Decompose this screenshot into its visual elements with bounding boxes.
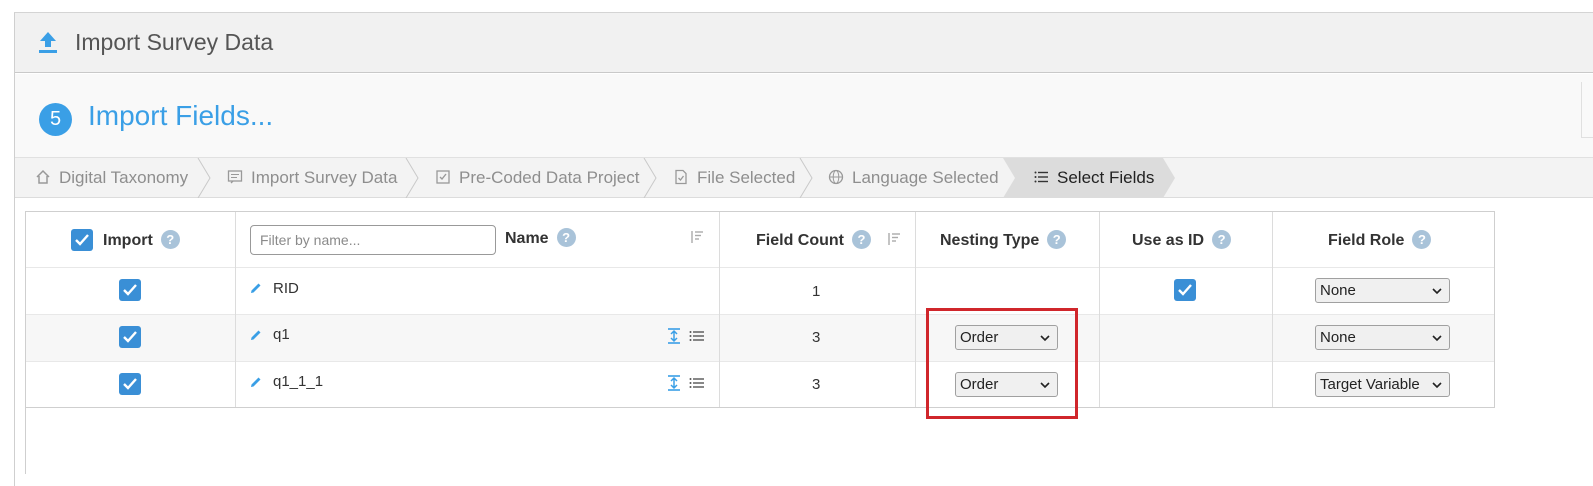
chevron-down-icon [1432,288,1442,295]
divider [235,212,236,407]
field-count: 3 [812,329,821,346]
help-icon[interactable]: ? [1212,230,1232,249]
breadcrumb-label: Digital Taxonomy [59,168,189,187]
header-use-as-id: Use as ID? [1132,230,1232,250]
sort-icon[interactable] [887,232,901,246]
breadcrumb-separator [799,158,813,198]
header-label: Import [103,232,153,249]
fields-table: Import? Name? Field Count? Nesting Type?… [25,211,1495,408]
breadcrumb-item-language-selected[interactable]: Language Selected [828,158,999,198]
help-icon[interactable]: ? [1412,230,1432,249]
breadcrumb-label: Language Selected [852,168,999,187]
breadcrumb-label: Pre-Coded Data Project [459,168,640,187]
breadcrumb-item-select-fields[interactable]: Select Fields [1033,158,1154,198]
upload-icon [39,32,57,53]
header-field-count: Field Count? [756,230,871,250]
edit-pencil-icon[interactable] [249,281,263,295]
divider [26,361,1494,362]
header-import: Import? [103,230,180,250]
chevron-down-icon [1432,335,1442,342]
help-icon[interactable]: ? [556,228,576,247]
help-icon[interactable]: ? [160,230,180,249]
header-name: Name? [505,228,576,248]
divider [26,267,1494,268]
filter-by-name-input[interactable] [250,225,496,255]
title-bar: Import Survey Data [15,13,1593,73]
sort-icon[interactable] [690,230,704,244]
divider [1099,212,1100,407]
header-field-role: Field Role? [1328,230,1432,250]
field-role-select[interactable]: Target Variable [1315,372,1450,397]
help-icon[interactable]: ? [851,230,871,249]
globe-icon [828,169,844,185]
select-value: None [1320,329,1356,346]
select-value: Target Variable [1320,376,1420,393]
header-label: Use as ID [1132,232,1205,249]
header-label: Name [505,230,549,247]
breadcrumb-separator [197,158,211,198]
field-role-select[interactable]: None [1315,278,1450,303]
use-as-id-checkbox[interactable] [1174,279,1196,301]
breadcrumb-label: File Selected [697,168,796,187]
field-count: 1 [812,283,821,300]
breadcrumb-label: Select Fields [1057,168,1155,187]
field-name: q1 [273,326,290,343]
edit-pencil-icon[interactable] [249,328,263,342]
field-name: RID [273,280,299,297]
field-name: q1_1_1 [273,373,324,390]
expand-icon[interactable] [667,375,681,391]
chevron-down-icon [1432,382,1442,389]
breadcrumb-item-import-survey-data[interactable]: Import Survey Data [227,158,397,198]
import-checkbox[interactable] [119,279,141,301]
checkbox-icon [436,170,450,184]
import-checkbox[interactable] [119,326,141,348]
select-value: None [1320,282,1356,299]
header-label: Field Count [756,232,844,249]
divider [915,212,916,407]
table-body-edge [25,408,26,474]
divider [1272,212,1273,407]
step-header: 5 Import Fields... [15,74,1593,158]
file-check-icon [675,169,687,185]
list-icon [1034,171,1048,183]
divider [719,212,720,407]
breadcrumb: Digital Taxonomy Import Survey Data Pre-… [15,158,1593,198]
import-checkbox[interactable] [119,373,141,395]
breadcrumb-label: Import Survey Data [251,168,398,187]
help-icon[interactable]: ? [1047,230,1067,249]
header-label: Field Role [1328,232,1405,249]
expand-icon[interactable] [667,328,681,344]
field-role-select[interactable]: None [1315,325,1450,350]
highlight-box [926,308,1078,419]
breadcrumb-separator [643,158,657,198]
home-icon [36,169,50,184]
select-all-checkbox[interactable] [71,229,93,251]
divider [26,314,1494,315]
step-title: Import Fields... [88,100,274,131]
list-icon[interactable] [689,377,704,389]
list-icon[interactable] [689,330,704,342]
row-stripe [26,314,1494,361]
panel-edge [1581,82,1593,138]
breadcrumb-item-pre-coded-data-project[interactable]: Pre-Coded Data Project [435,158,639,198]
breadcrumb-item-digital-taxonomy[interactable]: Digital Taxonomy [35,158,188,198]
message-icon [227,170,243,184]
breadcrumb-item-file-selected[interactable]: File Selected [673,158,795,198]
field-count: 3 [812,376,821,393]
breadcrumb-separator [405,158,419,198]
header-nesting-type: Nesting Type? [940,230,1067,250]
header-label: Nesting Type [940,232,1040,249]
window-title: Import Survey Data [75,29,274,55]
step-number-badge: 5 [39,103,72,136]
edit-pencil-icon[interactable] [249,375,263,389]
